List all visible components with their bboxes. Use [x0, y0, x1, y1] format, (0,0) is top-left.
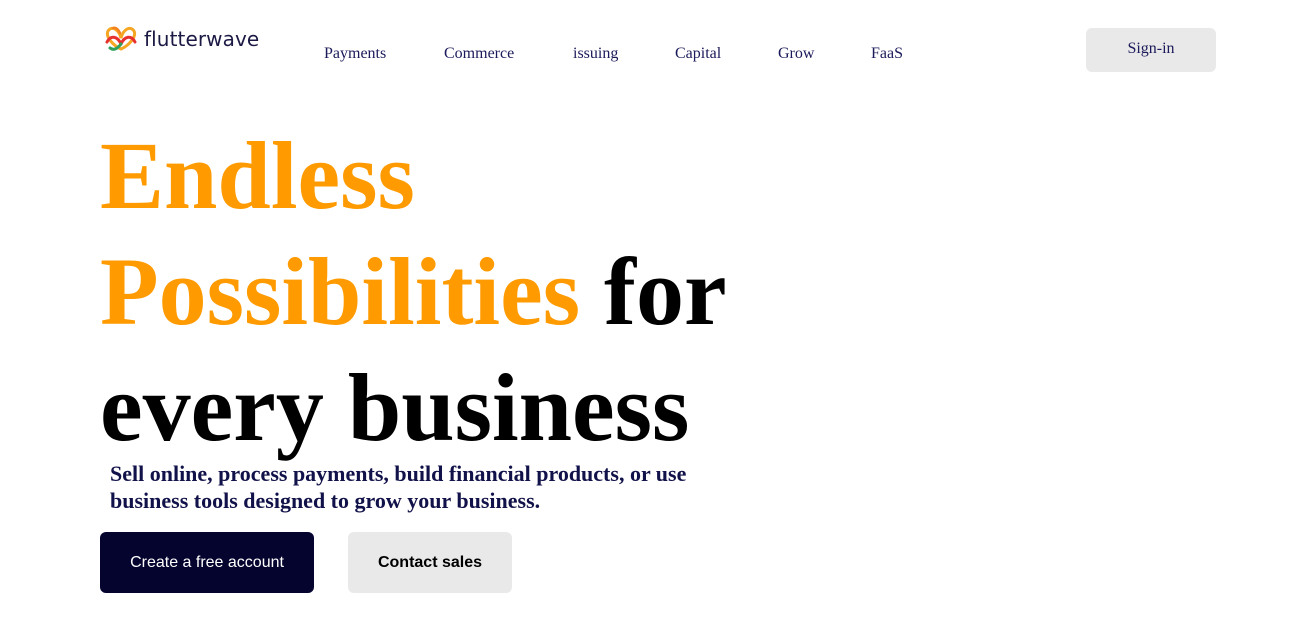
nav-item-capital[interactable]: Capital [675, 45, 721, 63]
nav-item-grow[interactable]: Grow [778, 45, 814, 63]
hero-line-3: every business [100, 354, 690, 461]
logo[interactable]: flutterwave [104, 24, 259, 54]
nav-item-payments[interactable]: Payments [324, 45, 386, 63]
contact-sales-button[interactable]: Contact sales [348, 532, 512, 593]
hero-line-2-rest: for [604, 238, 727, 345]
create-account-button[interactable]: Create a free account [100, 532, 314, 593]
hero-subtitle: Sell online, process payments, build fin… [110, 461, 687, 513]
nav-item-commerce[interactable]: Commerce [444, 45, 514, 63]
hero-heading: Endless Possibilities for every business [100, 118, 727, 466]
nav-item-issuing[interactable]: issuing [573, 45, 618, 63]
nav-item-faas[interactable]: FaaS [871, 45, 903, 63]
logo-text: flutterwave [144, 27, 260, 51]
flutterwave-logo-icon [105, 26, 137, 51]
sign-in-button[interactable]: Sign-in [1086, 28, 1216, 72]
hero-line-1: Endless [100, 122, 415, 229]
hero-highlight: Possibilities [100, 238, 581, 345]
